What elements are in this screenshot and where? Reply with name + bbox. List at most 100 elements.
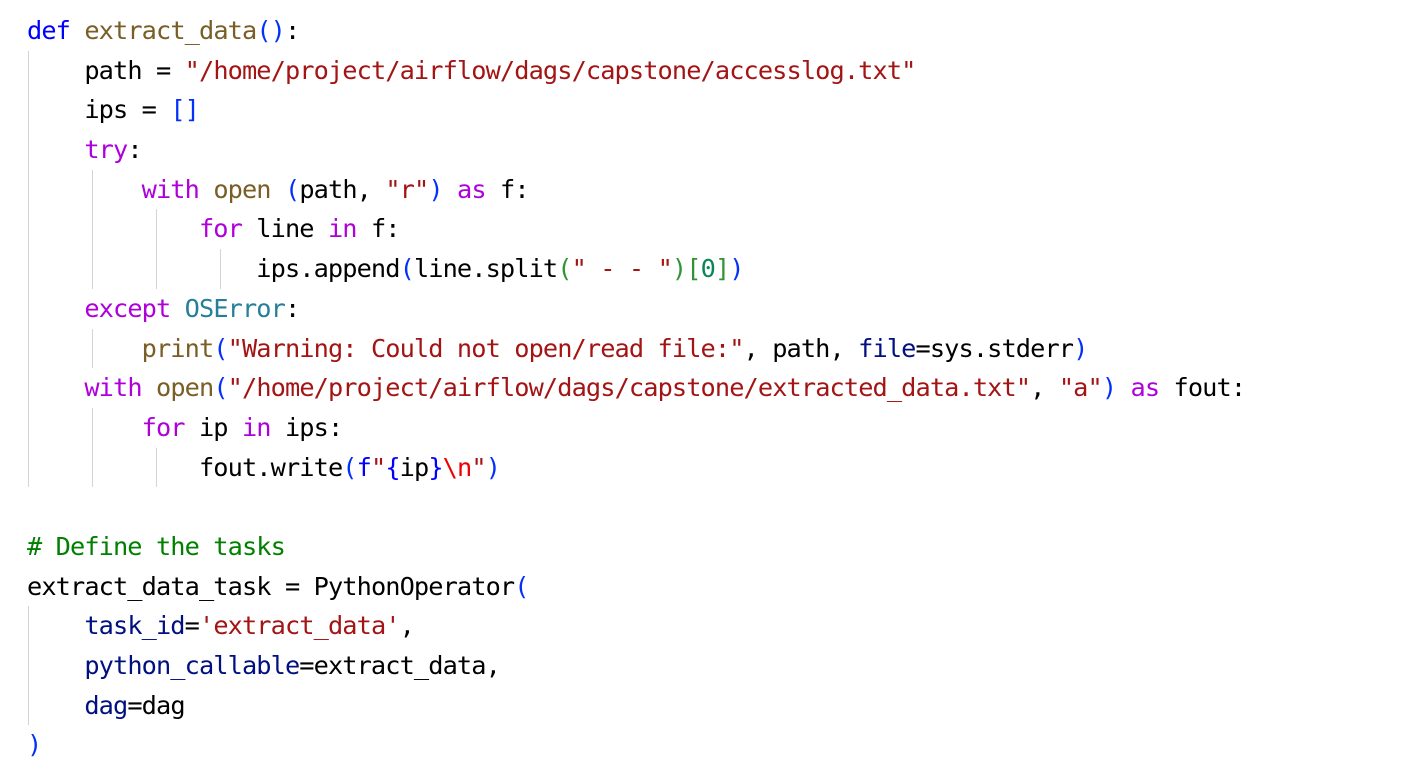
code-line[interactable]: def extract_data(): bbox=[27, 11, 1245, 51]
code-token: ) bbox=[1101, 373, 1117, 403]
code-token: : bbox=[127, 135, 142, 165]
indent-guide bbox=[156, 249, 157, 289]
indent-guide bbox=[28, 685, 29, 726]
code-token: f bbox=[356, 452, 372, 482]
code-line[interactable]: task_id='extract_data', bbox=[27, 606, 1245, 646]
code-line[interactable]: try: bbox=[27, 130, 1245, 170]
code-token: } bbox=[428, 452, 443, 482]
code-token: : bbox=[284, 293, 300, 323]
code-editor[interactable]: def extract_data(): path = "/home/projec… bbox=[27, 11, 1247, 765]
code-token: " bbox=[471, 452, 486, 482]
code-token: for bbox=[141, 412, 186, 442]
code-token: 'extract_data' bbox=[198, 611, 401, 641]
code-line[interactable]: extract_data_task = PythonOperator( bbox=[27, 567, 1245, 607]
code-line[interactable]: except OSError: bbox=[27, 288, 1245, 329]
code-token: [] bbox=[170, 95, 200, 125]
code-line[interactable]: python_callable=extract_data, bbox=[27, 646, 1245, 686]
code-token: "/home/project/airflow/dags/capstone/ext… bbox=[227, 373, 1031, 403]
code-token: path bbox=[84, 55, 142, 85]
code-token: ) bbox=[485, 452, 501, 482]
code-token: ip bbox=[399, 452, 430, 482]
code-token: = bbox=[141, 55, 185, 85]
indent-guide bbox=[92, 209, 93, 250]
code-token: in bbox=[327, 214, 358, 244]
code-token: task_id bbox=[84, 611, 185, 641]
indent-guide bbox=[28, 368, 29, 408]
code-line[interactable]: print("Warning: Could not open/read file… bbox=[27, 328, 1245, 369]
code-token: ( bbox=[213, 373, 228, 403]
code-token: ( bbox=[284, 174, 300, 204]
indent-guide bbox=[28, 50, 29, 91]
code-token: path, bbox=[299, 174, 386, 204]
code-line[interactable]: with open (path, "r") as f: bbox=[27, 169, 1245, 210]
code-line[interactable]: # Define the tasks bbox=[27, 527, 1245, 567]
code-token: ips: bbox=[270, 412, 343, 442]
code-token: ] bbox=[714, 254, 730, 284]
code-token: ( bbox=[213, 333, 228, 363]
code-token: ) bbox=[729, 254, 744, 284]
code-line[interactable]: for line in f: bbox=[27, 209, 1245, 250]
indent-guide bbox=[92, 249, 93, 289]
code-token: 0 bbox=[700, 254, 716, 284]
code-token: with bbox=[141, 174, 200, 204]
indent-guide bbox=[28, 606, 29, 646]
code-token: line.split bbox=[413, 254, 558, 284]
indent-guide bbox=[28, 249, 29, 289]
code-line[interactable]: fout.write(f"{ip}\n") bbox=[27, 447, 1245, 488]
code-line[interactable]: path = "/home/project/airflow/dags/capst… bbox=[27, 50, 1245, 91]
code-token: "Warning: Could not open/read file:" bbox=[227, 333, 745, 363]
code-token: ip bbox=[184, 412, 242, 442]
code-line[interactable]: ips = [] bbox=[27, 90, 1245, 131]
code-token: ( bbox=[342, 452, 357, 482]
code-token: open bbox=[156, 373, 214, 403]
code-token: \n bbox=[442, 452, 473, 482]
indent-guide bbox=[92, 169, 93, 210]
code-token: open bbox=[213, 174, 271, 204]
code-token: fout: bbox=[1159, 373, 1247, 403]
code-token: # Define the tasks bbox=[27, 531, 286, 561]
code-token: "r" bbox=[385, 174, 429, 204]
code-token: extract_data_task bbox=[27, 571, 272, 601]
code-token: =extract_data, bbox=[299, 651, 501, 680]
code-token: python_callable bbox=[84, 651, 300, 680]
code-token: =dag bbox=[127, 690, 185, 720]
code-token: except bbox=[84, 293, 171, 323]
code-token: extract_data bbox=[84, 16, 257, 45]
code-token: = bbox=[184, 611, 200, 641]
indent-guide bbox=[220, 249, 221, 289]
code-token: for bbox=[198, 214, 243, 244]
code-line[interactable]: ips.append(line.split(" - - ")[0]) bbox=[27, 249, 1245, 289]
indent-guide bbox=[156, 209, 157, 250]
code-line[interactable]: with open("/home/project/airflow/dags/ca… bbox=[27, 368, 1247, 408]
code-token: ( bbox=[399, 254, 415, 284]
code-line[interactable]: ) bbox=[27, 725, 1245, 765]
code-token: def bbox=[27, 16, 71, 45]
code-token: =sys.stderr bbox=[915, 333, 1075, 363]
indent-guide bbox=[28, 328, 29, 369]
code-line[interactable] bbox=[27, 487, 1245, 527]
code-token: = bbox=[127, 95, 171, 125]
indent-guide bbox=[92, 328, 93, 369]
code-token: , bbox=[399, 611, 415, 641]
code-token: ips.append bbox=[256, 254, 400, 284]
code-line[interactable]: for ip in ips: bbox=[27, 407, 1245, 448]
code-line[interactable]: dag=dag bbox=[27, 685, 1245, 726]
code-token: = bbox=[270, 571, 314, 601]
code-token: print bbox=[141, 333, 215, 363]
indent-guide bbox=[156, 447, 157, 488]
code-token: line bbox=[241, 214, 328, 244]
code-token: f: bbox=[356, 214, 401, 244]
